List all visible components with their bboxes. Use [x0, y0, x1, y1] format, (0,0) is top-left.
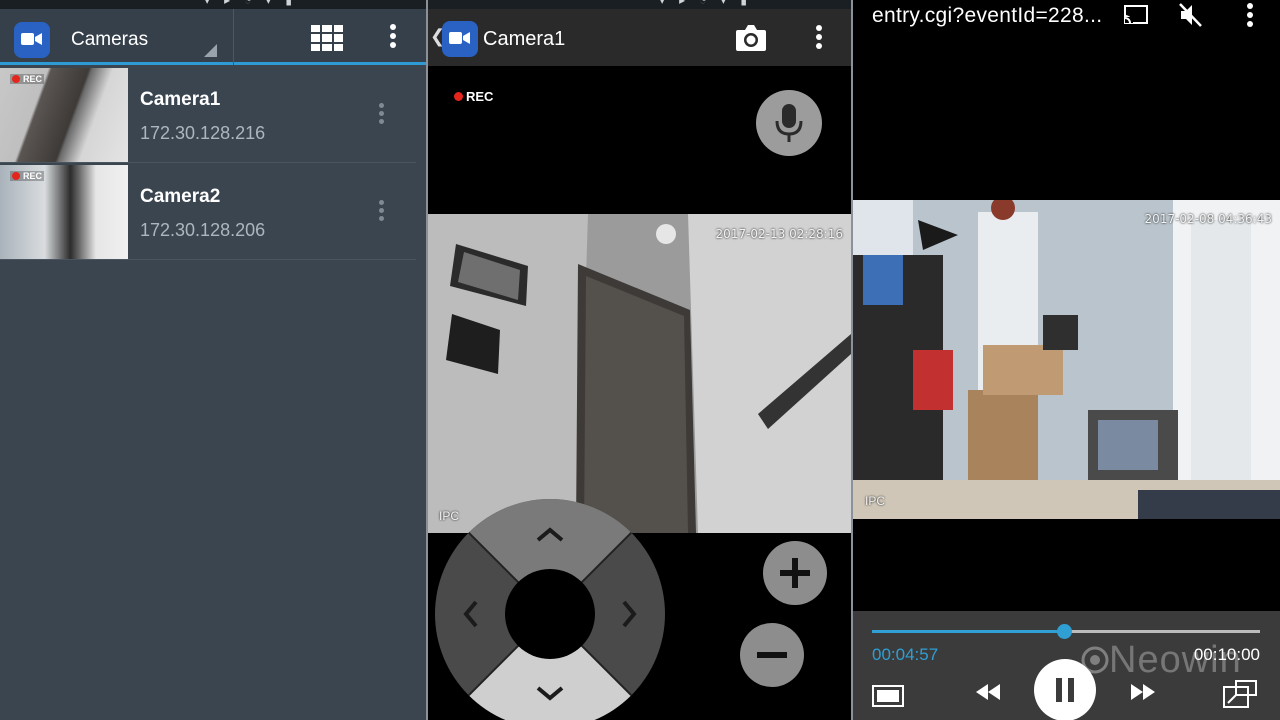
pause-icon[interactable] — [1034, 659, 1096, 720]
volume-mute-icon[interactable] — [1177, 2, 1203, 28]
playback-video[interactable]: 2017-02-08 04:36:43 IPC — [853, 200, 1280, 519]
video-source-label: IPC — [865, 494, 886, 508]
player-controls: 00:04:57 Neowin 00:10:00 — [853, 611, 1280, 720]
video-camera-icon[interactable] — [442, 21, 478, 57]
status-bar: ▾▸◔▾▮ — [428, 0, 851, 9]
ptz-direction-pad[interactable] — [434, 498, 666, 720]
rec-badge: REC — [454, 89, 493, 104]
rec-label: REC — [466, 89, 494, 104]
dropdown-indicator-icon[interactable] — [204, 44, 217, 57]
more-vert-icon[interactable] — [1246, 3, 1254, 29]
camera-name: Camera1 — [140, 89, 221, 110]
camera-ip: 172.30.128.206 — [140, 220, 266, 240]
live-video-feed[interactable]: 2017-02-13 02:28:16 IPC — [428, 214, 851, 533]
microphone-button[interactable] — [756, 90, 822, 156]
ptz-center[interactable] — [505, 569, 595, 659]
status-icons: ▾▸◔▾▮ — [659, 0, 761, 7]
rec-dot-icon — [454, 92, 463, 101]
rewind-icon[interactable] — [975, 683, 1001, 706]
seek-handle[interactable] — [1057, 624, 1073, 639]
rec-badge: REC — [10, 74, 45, 84]
camera-thumbnail[interactable]: REC — [0, 68, 128, 162]
video-camera-icon[interactable] — [14, 22, 50, 58]
seek-bar[interactable] — [872, 624, 1260, 639]
camera-snapshot-icon[interactable] — [734, 23, 768, 53]
fast-forward-icon[interactable] — [1130, 683, 1156, 706]
video-timestamp: 2017-02-13 02:28:16 — [715, 227, 843, 241]
more-vert-icon[interactable] — [377, 103, 385, 129]
zoom-in-icon[interactable] — [763, 541, 827, 605]
live-view-panel: ▾▸◔▾▮ ❮ Camera1 REC 2017-02-13 02:28:16 … — [428, 0, 851, 720]
list-item-camera1[interactable]: REC Camera1 172.30.128.216 — [0, 67, 416, 163]
page-title[interactable]: Cameras — [71, 29, 148, 51]
cast-icon[interactable] — [1123, 4, 1149, 26]
rec-dot-icon — [12, 75, 20, 83]
more-vert-icon[interactable] — [815, 25, 823, 51]
seek-progress — [872, 630, 1065, 633]
more-vert-icon[interactable] — [389, 24, 397, 50]
rec-label: REC — [23, 171, 43, 181]
app-bar: ❮ Camera1 — [428, 9, 851, 66]
page-title: Camera1 — [483, 28, 566, 50]
list-item-camera2[interactable]: REC Camera2 172.30.128.206 — [0, 164, 416, 260]
grid-view-icon[interactable] — [311, 25, 343, 51]
rec-label: REC — [23, 74, 43, 84]
duration: 00:10:00 — [1193, 645, 1260, 664]
rec-badge: REC — [10, 171, 45, 181]
status-bar: ▾▸◔▾▮ — [0, 0, 426, 9]
camera-list-panel: ▾▸◔▾▮ Cameras REC Camera1 172.30.128.216… — [0, 0, 426, 720]
camera-name: Camera2 — [140, 186, 221, 207]
popup-window-icon[interactable] — [1222, 679, 1258, 714]
app-bar: Cameras — [0, 9, 426, 65]
camera-thumbnail[interactable]: REC — [0, 165, 128, 259]
current-time: 00:04:57 — [872, 645, 939, 664]
video-timestamp: 2017-02-08 04:36:43 — [1144, 212, 1272, 226]
page-url: entry.cgi?eventId=228... — [872, 4, 1103, 27]
playback-panel: entry.cgi?eventId=228... 2017-02-08 04:3… — [853, 0, 1280, 720]
status-icons: ▾▸◔▾▮ — [204, 0, 306, 7]
rec-dot-icon — [12, 172, 20, 180]
camera-ip: 172.30.128.216 — [140, 123, 266, 143]
zoom-out-icon[interactable] — [740, 623, 804, 687]
microphone-icon — [775, 104, 803, 142]
more-vert-icon[interactable] — [377, 200, 385, 226]
fullscreen-icon[interactable] — [872, 684, 904, 713]
divider — [233, 9, 234, 65]
